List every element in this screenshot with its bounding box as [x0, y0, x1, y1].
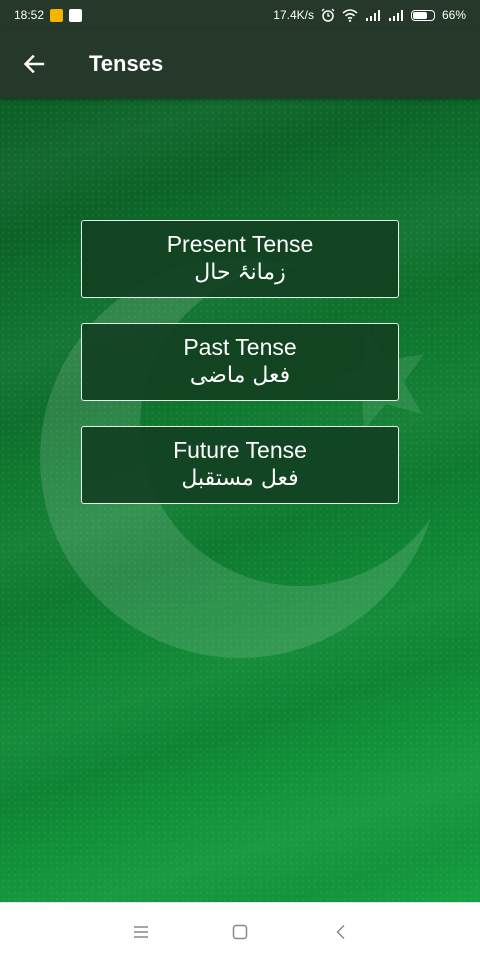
network-speed: 17.4K/s	[273, 8, 314, 22]
menu-icon	[134, 926, 148, 938]
tense-english-label: Present Tense	[166, 231, 314, 257]
app-bar: Tenses	[0, 30, 480, 98]
back-chevron-icon	[336, 924, 345, 940]
arrow-left-icon	[23, 54, 45, 74]
tense-english-label: Future Tense	[173, 437, 307, 463]
tense-urdu-label: زمانۂ حال	[194, 260, 286, 285]
notification-g-icon	[69, 8, 83, 22]
main-content: Present Tense زمانۂ حال Past Tense فعل م…	[0, 98, 480, 902]
present-tense-button[interactable]: Present Tense زمانۂ حال	[81, 220, 399, 298]
notification-o-icon	[50, 8, 64, 22]
home-square-icon	[232, 924, 248, 940]
signal-icon	[365, 10, 380, 21]
tense-urdu-label: فعل ماضی	[189, 363, 291, 388]
past-tense-button[interactable]: Past Tense فعل ماضی	[81, 323, 399, 401]
home-button[interactable]	[225, 917, 255, 947]
tense-english-label: Past Tense	[183, 334, 297, 360]
nav-back-button[interactable]	[326, 917, 356, 947]
back-button[interactable]	[14, 44, 54, 84]
tense-list: Present Tense زمانۂ حال Past Tense فعل م…	[81, 220, 399, 529]
menu-button[interactable]	[126, 917, 156, 947]
battery-level-fill	[412, 11, 428, 19]
status-time: 18:52	[14, 8, 45, 22]
navigation-bar	[0, 902, 480, 961]
page-title: Tenses	[89, 51, 164, 76]
battery-percent: 66%	[441, 8, 466, 22]
battery-icon	[410, 9, 435, 21]
future-tense-button[interactable]: Future Tense فعل مستقبل	[81, 426, 399, 504]
alarm-icon	[321, 8, 335, 22]
wifi-icon	[342, 8, 358, 22]
tense-urdu-label: فعل مستقبل	[181, 466, 299, 491]
status-bar: 18:52 17.4K/s 66%	[0, 0, 480, 30]
signal-icon	[388, 10, 403, 21]
